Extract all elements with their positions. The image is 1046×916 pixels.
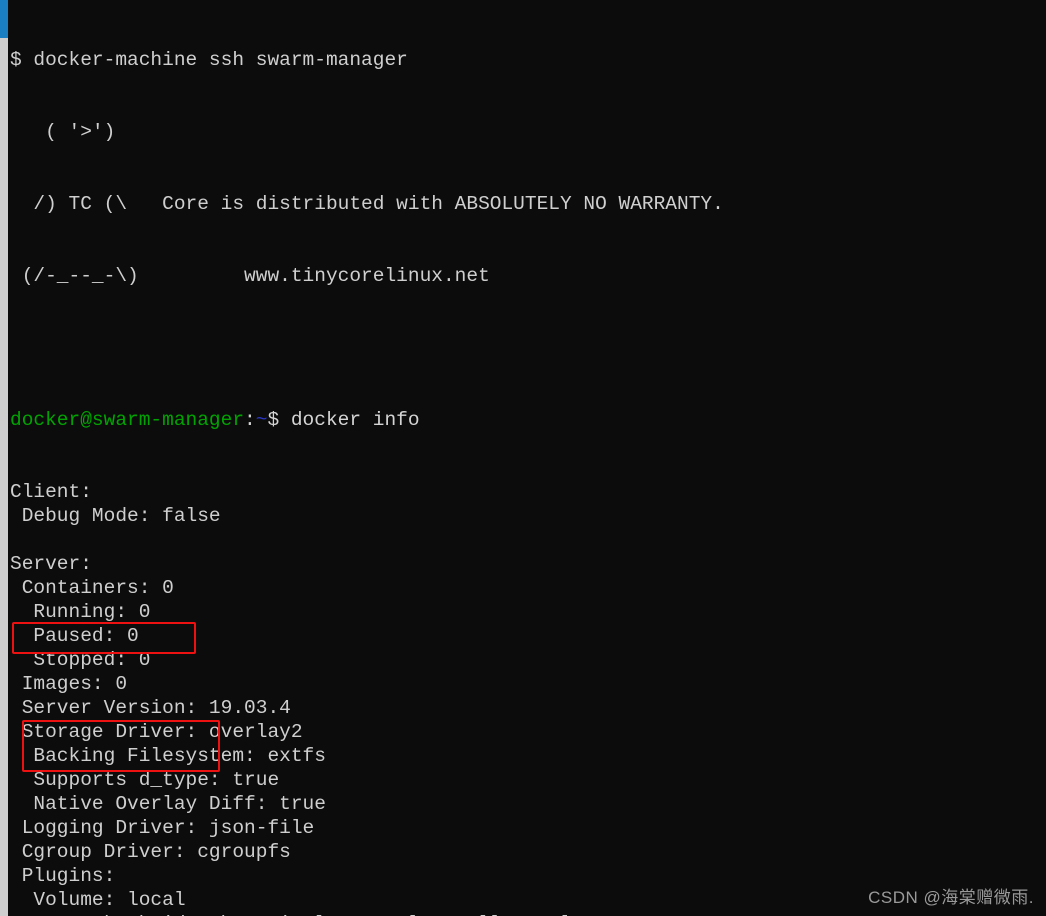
scrollbar-track[interactable] (0, 38, 8, 916)
output-line: Logging Driver: json-file (10, 817, 315, 839)
output-line: Native Overlay Diff: true (10, 793, 326, 815)
prompt-sigil: $ (267, 409, 280, 431)
output-line: Network: bridge host ipvlan macvlan null… (10, 912, 1046, 916)
output-line: Images: 0 (10, 673, 128, 695)
output-line: Storage Driver: overlay2 (10, 721, 303, 743)
output-line: Paused: 0 (10, 625, 139, 647)
output-line: Cgroup Driver: cgroupfs (10, 841, 291, 863)
output-line: Server Version: 19.03.4 (10, 697, 291, 719)
terminal-output-area[interactable]: $ docker-machine ssh swarm-manager ( '>'… (10, 0, 1046, 916)
output-line: Server: (10, 553, 92, 575)
output-line: Supports d_type: true (10, 769, 280, 791)
output-line: Running: 0 (10, 601, 151, 623)
output-line: Containers: 0 (10, 577, 174, 599)
prompt-command: docker info (279, 409, 420, 431)
prompt-path: ~ (255, 409, 268, 431)
tinycore-art-line-2: /) TC (\ Core is distributed with ABSOLU… (10, 193, 724, 215)
tinycore-art-line-1: ( '>') (10, 121, 116, 143)
output-line: Stopped: 0 (10, 649, 151, 671)
csdn-watermark: CSDN @海棠赠微雨. (868, 888, 1034, 907)
output-line: Client: (10, 481, 92, 503)
output-line: Backing Filesystem: extfs (10, 745, 326, 767)
docker-info-output: Client: Debug Mode: false Server: Contai… (10, 480, 1046, 916)
prompt-user-host: docker@swarm-manager (10, 409, 245, 431)
vertical-scrollbar[interactable] (0, 0, 8, 916)
scrollbar-thumb[interactable] (0, 0, 8, 38)
terminal-window: $ docker-machine ssh swarm-manager ( '>'… (0, 0, 1046, 916)
output-line: Debug Mode: false (10, 505, 221, 527)
prompt-colon: : (244, 409, 256, 431)
shell-prompt-line: docker@swarm-manager:~$ docker info (10, 408, 1046, 432)
tinycore-art-line-3: (/-_--_-\) www.tinycorelinux.net (10, 265, 490, 287)
host-command-line: $ docker-machine ssh swarm-manager (10, 49, 408, 71)
